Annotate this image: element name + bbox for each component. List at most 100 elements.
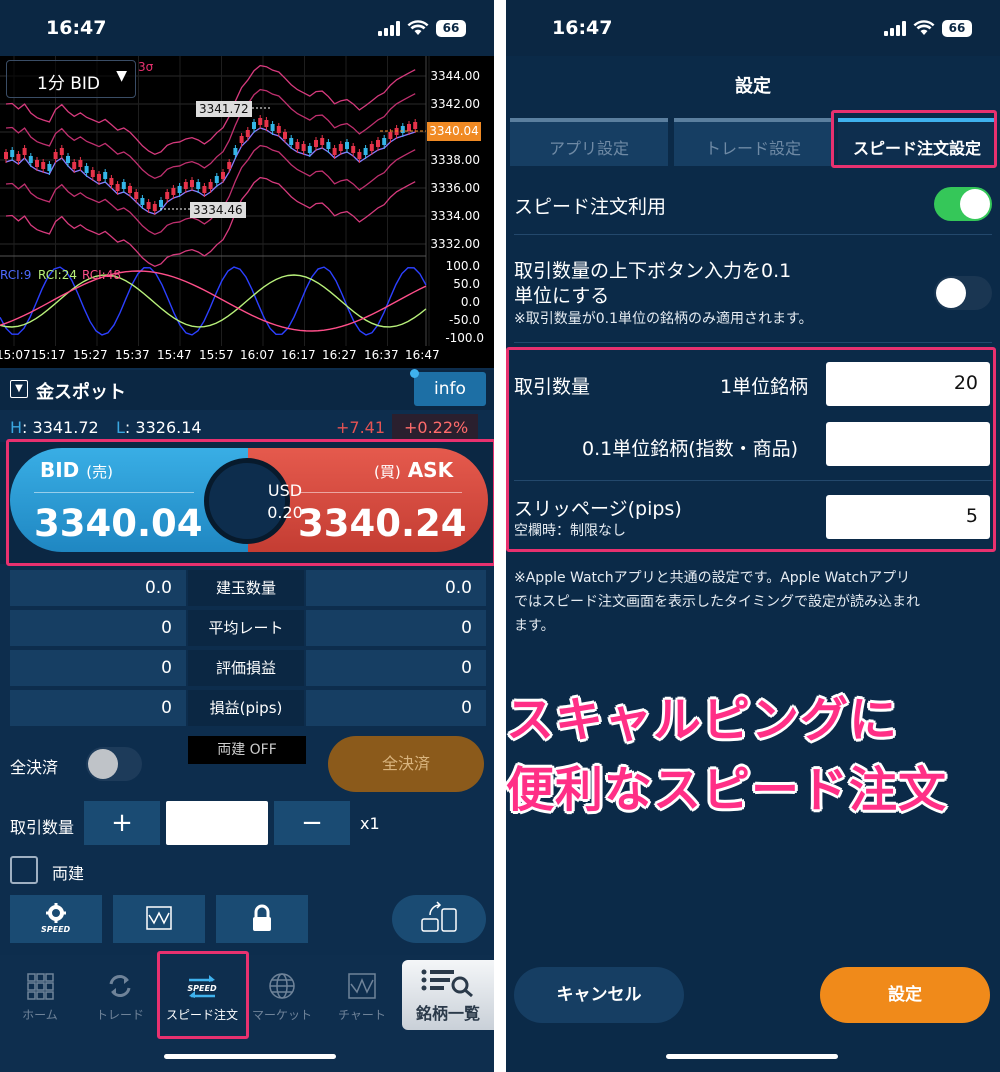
rci-legend: RCI:9: [0, 268, 32, 282]
candlestick-chart: [0, 56, 430, 346]
quantity-label: 取引数量: [10, 818, 75, 837]
speed-order-use-toggle[interactable]: [934, 187, 992, 221]
promo-caption: スキャルピングに: [506, 692, 899, 748]
table-row: 0 平均レート 0: [10, 610, 486, 646]
nav-market[interactable]: マーケット: [242, 972, 322, 1023]
indicator-label: 3σ: [138, 60, 154, 74]
trading-screen: 16:47 66 1分 BID ▼ 3σ 3344.00 3342.00 334…: [0, 0, 494, 1072]
speed-order-use-label: スピード注文利用: [514, 196, 667, 218]
step-note: ※取引数量が0.1単位の銘柄のみ適用されます。: [514, 311, 813, 327]
quantity-plus-button[interactable]: +: [84, 801, 160, 845]
x-tick: 15:17: [31, 348, 66, 362]
info-button[interactable]: info: [414, 372, 486, 406]
low-price-label: 3334.46: [190, 202, 246, 218]
close-all-label: 全決済: [10, 758, 59, 777]
close-all-button[interactable]: 全決済: [328, 736, 484, 792]
dropdown-icon: ▼: [10, 380, 28, 398]
highlight-frame: [157, 951, 249, 1039]
symbol-name: 金スポット: [36, 382, 126, 403]
rci-tick: 50.0: [453, 277, 480, 291]
x-tick: 15:27: [73, 348, 108, 362]
low-value: 3326.14: [135, 418, 202, 437]
quantity-input[interactable]: [166, 801, 268, 845]
close-all-toggle[interactable]: [86, 747, 142, 781]
wifi-icon: [913, 20, 935, 35]
home-indicator: [666, 1054, 838, 1059]
x-tick: 16:17: [281, 348, 316, 362]
refresh-arrows-icon: [80, 972, 160, 1006]
caret-down-icon: ▼: [116, 68, 127, 84]
chart-tool-button[interactable]: [113, 895, 205, 943]
battery-icon: 66: [436, 19, 466, 37]
status-time: 16:47: [46, 17, 107, 39]
hedge-checkbox-label: 両建: [52, 864, 85, 883]
x-tick: 15:07: [0, 348, 31, 362]
table-row: 0 評価損益 0: [10, 650, 486, 686]
high-price-label: 3341.72: [196, 101, 252, 117]
rci-legend: RCI:48: [82, 268, 121, 282]
nav-trade[interactable]: トレード: [80, 972, 160, 1023]
rci-tick: 0.0: [460, 295, 480, 309]
speed-icon-text: SPEED: [41, 925, 71, 934]
nav-home[interactable]: ホーム: [0, 972, 80, 1023]
hedge-checkbox[interactable]: [10, 856, 38, 884]
low-key: L: [116, 418, 125, 437]
quantity-minus-button[interactable]: −: [274, 801, 350, 845]
x-tick: 16:07: [240, 348, 275, 362]
signal-icon: [378, 20, 400, 36]
percent-change: +0.22%: [392, 414, 479, 440]
confirm-button[interactable]: 設定: [820, 967, 990, 1023]
globe-icon: [242, 972, 322, 1006]
lock-icon: [253, 904, 271, 931]
x-tick: 15:57: [199, 348, 234, 362]
status-bar: 16:47 66: [0, 0, 494, 56]
price-change: +7.41: [336, 418, 386, 437]
x-tick: 16:37: [364, 348, 399, 362]
home-indicator: [164, 1054, 336, 1059]
grid-icon: [0, 972, 80, 1006]
tab-app-settings[interactable]: アプリ設定: [510, 118, 668, 166]
rotate-screen-button[interactable]: [392, 895, 486, 943]
promo-caption: 便利なスピード注文: [506, 762, 948, 818]
step-toggle[interactable]: [934, 276, 992, 310]
chart-icon: [322, 972, 402, 1006]
rci-tick: -50.0: [448, 313, 480, 327]
y-tick: 3336.00: [430, 181, 480, 195]
rci-legend: RCI:24: [38, 268, 77, 282]
highlight-frame: [506, 347, 996, 552]
table-row: 0.0 建玉数量 0.0: [10, 570, 486, 606]
wifi-icon: [407, 20, 429, 35]
y-tick: 3342.00: [430, 97, 480, 111]
nav-chart[interactable]: チャート: [322, 972, 402, 1023]
x-tick: 16:27: [322, 348, 357, 362]
x-tick: 15:37: [115, 348, 150, 362]
rotate-icon: [421, 901, 457, 932]
tab-trade-settings[interactable]: トレード設定: [674, 118, 832, 166]
highlight-frame: [6, 439, 494, 566]
status-time: 16:47: [552, 17, 613, 39]
hedge-status: 両建 OFF: [188, 736, 306, 764]
x-tick: 15:47: [157, 348, 192, 362]
watch-note: ではスピード注文画面を表示したタイミングで設定が読み込まれ: [514, 594, 920, 610]
current-price-label: 3340.04: [427, 122, 481, 141]
x-tick: 16:47: [405, 348, 440, 362]
rci-tick: -100.0: [445, 331, 484, 345]
step-label: 取引数量の上下ボタン入力を0.1: [514, 260, 792, 282]
watch-note: ※Apple Watchアプリと共通の設定です。Apple Watchアプリ: [514, 570, 911, 586]
y-tick: 3332.00: [430, 237, 480, 251]
signal-icon: [884, 20, 906, 36]
price-chart[interactable]: [0, 56, 494, 346]
high-key: H: [10, 418, 23, 437]
symbol-list-button[interactable]: 銘柄一覧: [402, 960, 494, 1030]
cancel-button[interactable]: キャンセル: [514, 967, 684, 1023]
lock-button[interactable]: [216, 895, 308, 943]
y-tick: 3344.00: [430, 69, 480, 83]
status-bar: 16:47 66: [506, 0, 1000, 56]
timeframe-select[interactable]: 1分 BID ▼: [6, 60, 136, 98]
y-tick: 3338.00: [430, 153, 480, 167]
settings-screen: 16:47 66 設定 アプリ設定 トレード設定 スピード注文設定 スピード注文…: [506, 0, 1000, 1072]
speed-settings-button[interactable]: SPEED: [10, 895, 102, 943]
watch-note: ます。: [514, 618, 555, 634]
time-axis: 15:07 15:17 15:27 15:37 15:47 15:57 16:0…: [0, 346, 494, 368]
step-label: 単位にする: [514, 285, 610, 307]
